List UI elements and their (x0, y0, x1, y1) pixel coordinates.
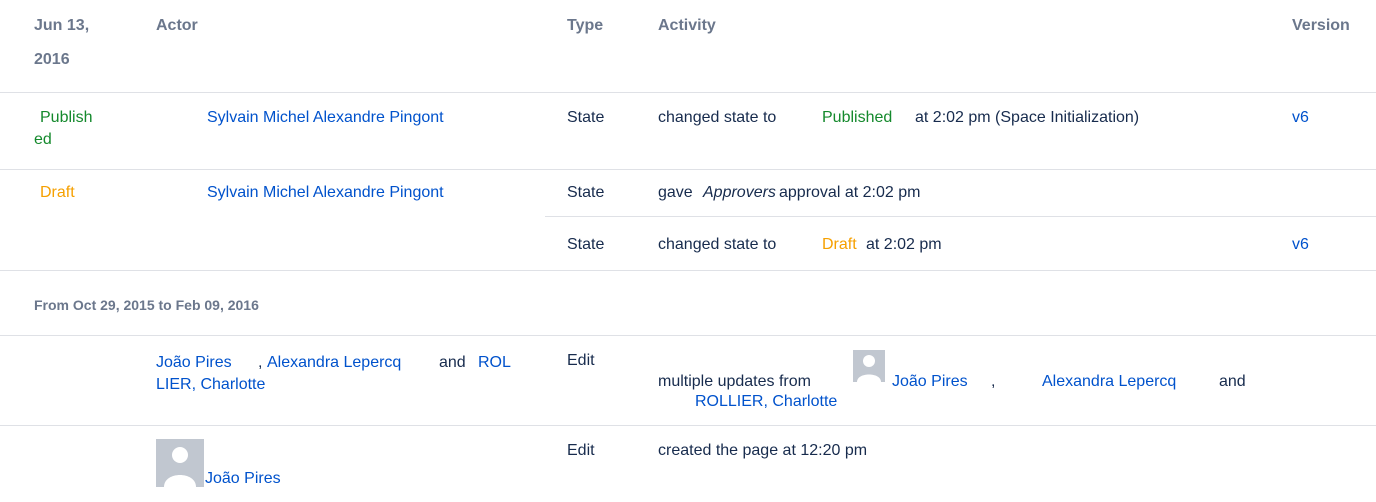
header-actor: Actor (156, 17, 198, 34)
avatar[interactable] (156, 439, 204, 487)
version-link[interactable]: v6 (1292, 108, 1309, 128)
activity-actor-rollier[interactable]: ROLLIER, Charlotte (695, 392, 837, 412)
status-draft: Draft (40, 184, 75, 201)
avatar[interactable] (853, 350, 885, 382)
conjunction: and (439, 354, 466, 371)
actor-link[interactable]: Sylvain Michel Alexandre Pingont (207, 183, 444, 203)
divider (0, 425, 1376, 426)
status-published-line2: ed (34, 131, 52, 148)
divider (0, 335, 1376, 336)
conjunction: and (1219, 373, 1246, 390)
user-icon (853, 350, 885, 382)
activity-approvers: Approvers (703, 184, 776, 201)
header-date-line2: 2016 (34, 51, 70, 68)
activity-state-draft: Draft (822, 236, 857, 253)
divider (0, 169, 1376, 170)
activity-text: multiple updates from (658, 373, 811, 390)
activity-text: changed state to (658, 109, 777, 126)
activity-actor-alexandra[interactable]: Alexandra Lepercq (1042, 372, 1176, 392)
type-cell: Edit (567, 442, 595, 459)
type-cell: State (567, 184, 605, 201)
actor-link[interactable]: Sylvain Michel Alexandre Pingont (207, 108, 444, 128)
type-cell: Edit (567, 352, 595, 369)
actor-link[interactable]: João Pires (205, 469, 281, 489)
header-date-line1: Jun 13, (34, 17, 90, 34)
activity-actor-joao[interactable]: João Pires (892, 372, 968, 392)
activity-state-published: Published (822, 109, 893, 126)
header-activity: Activity (658, 17, 716, 34)
actor-link-rollier-part2[interactable]: LIER, Charlotte (156, 375, 265, 395)
type-cell: State (567, 236, 605, 253)
activity-text: at 2:02 pm (866, 236, 942, 253)
status-published-line1: Publish (40, 109, 93, 126)
version-link[interactable]: v6 (1292, 235, 1309, 255)
activity-text: created the page at 12:20 pm (658, 442, 868, 459)
activity-text: at 2:02 pm (Space Initialization) (915, 109, 1140, 126)
activity-text: gave (658, 184, 693, 201)
actor-link-alexandra[interactable]: Alexandra Lepercq (267, 353, 401, 373)
activity-text: approval at 2:02 pm (779, 184, 921, 201)
header-version: Version (1292, 17, 1350, 34)
actor-link-joao[interactable]: João Pires (156, 353, 232, 373)
group-date-range: From Oct 29, 2015 to Feb 09, 2016 (34, 297, 259, 313)
activity-text: changed state to (658, 236, 777, 253)
separator: , (991, 373, 996, 390)
actor-link-rollier-part1[interactable]: ROL (478, 353, 511, 373)
divider (0, 270, 1376, 271)
divider (0, 92, 1376, 93)
user-icon (156, 439, 204, 487)
header-type: Type (567, 17, 604, 34)
separator: , (258, 354, 263, 371)
type-cell: State (567, 109, 605, 126)
divider (545, 216, 1376, 217)
